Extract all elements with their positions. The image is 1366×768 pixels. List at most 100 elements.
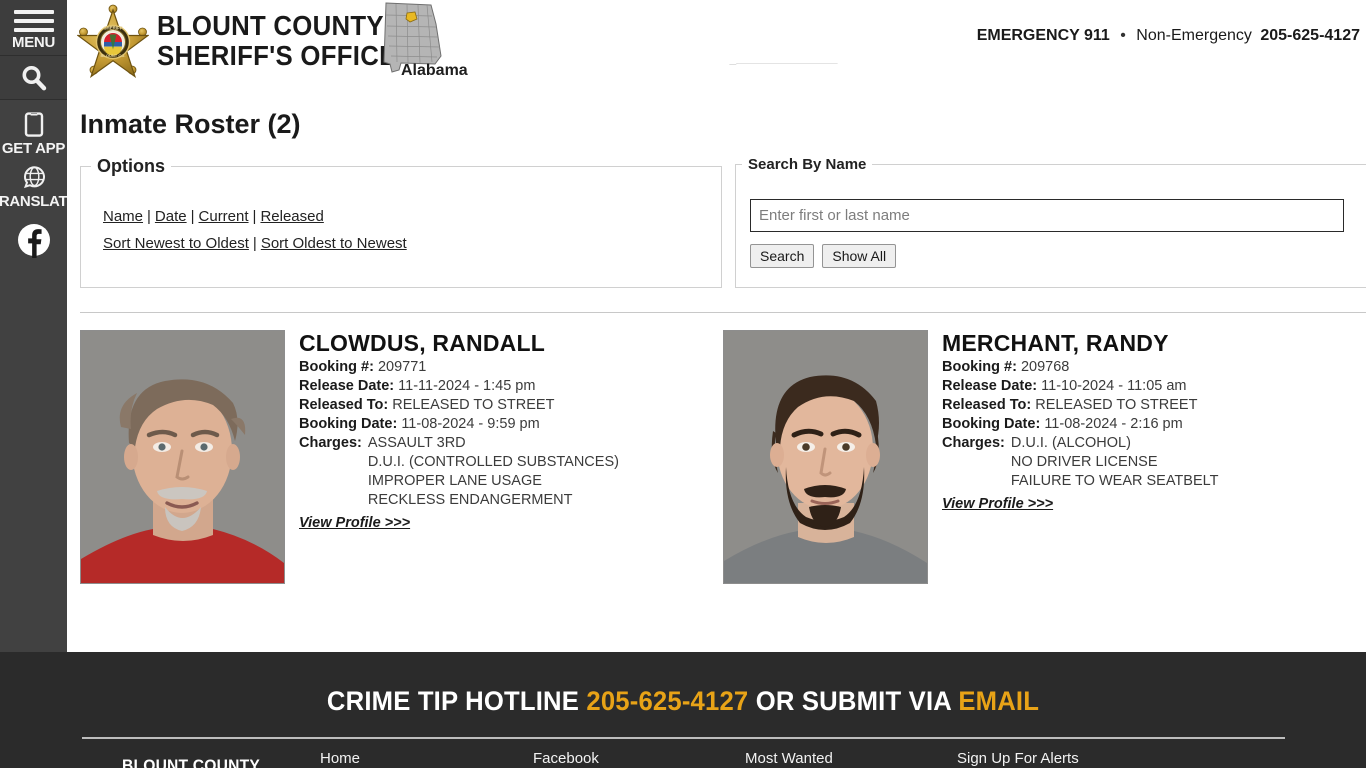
show-all-button[interactable]: Show All — [822, 244, 897, 268]
charge-item: ASSAULT 3RD — [367, 435, 466, 451]
options-separator: | — [190, 208, 195, 225]
hotline-prefix: CRIME TIP HOTLINE — [326, 686, 580, 716]
hotline-email-link[interactable]: EMAIL — [958, 686, 1039, 716]
booking-number-value: 209768 — [1020, 359, 1070, 375]
brand-block[interactable]: SHERIFF BLOUNT CO. BLOUNT COUNTY SHERIFF… — [76, 4, 417, 79]
inmate-details: CLOWDUS, RANDALL Booking #: 209771 Relea… — [299, 330, 619, 584]
filter-link-current[interactable]: Current — [199, 208, 249, 225]
booking-number-row: Booking #: 209768 — [942, 358, 1218, 377]
released-to-row: Released To: RELEASED TO STREET — [299, 396, 619, 415]
search-button-row: Search Show All — [750, 244, 897, 268]
crime-tip-hotline: CRIME TIP HOTLINE 205-625-4127 OR SUBMIT… — [34, 686, 1332, 717]
options-separator: | — [147, 208, 151, 225]
sidebar-item-get-app[interactable]: GET APP — [0, 112, 67, 157]
release-date-label: Release Date: — [942, 378, 1038, 394]
footer-divider — [82, 737, 1285, 739]
release-date-row: Release Date: 11-10-2024 - 11:05 am — [942, 377, 1218, 396]
mugshot-image[interactable] — [723, 330, 928, 584]
options-separator: | — [252, 208, 257, 225]
view-profile-link[interactable]: View Profile >>> — [299, 515, 410, 531]
menu-button[interactable]: MENU — [0, 0, 67, 56]
emergency-label[interactable]: EMERGENCY 911 — [977, 27, 1110, 44]
options-sort-row: Sort Newest to Oldest | Sort Oldest to New… — [103, 230, 407, 257]
charges-row: Charges: D.U.I. (ALCOHOL) NO DRIVER LICE… — [942, 434, 1218, 491]
hotline-phone[interactable]: 205-625-4127 — [586, 686, 748, 716]
sidebar-item-facebook[interactable] — [0, 222, 67, 258]
mugshot-image[interactable] — [80, 330, 285, 584]
sidebar-search-button[interactable] — [0, 56, 67, 100]
inmate-name: MERCHANT, RANDY — [942, 330, 1169, 356]
left-sidebar: MENU GET APP TRANSLATE — [0, 0, 77, 652]
state-map-block: Alabama — [379, 2, 479, 80]
booking-number-value: 209771 — [377, 359, 427, 375]
charge-item: D.U.I. (ALCOHOL) — [1010, 435, 1131, 451]
main-content: Inmate Roster (2) Options Name | Date | Curr… — [67, 84, 1366, 652]
filter-link-date[interactable]: Date — [155, 208, 187, 225]
release-date-label: Release Date: — [299, 378, 395, 394]
search-button[interactable]: Search — [750, 244, 815, 268]
options-links: Name | Date | Current | Released Sort Newest t… — [103, 203, 407, 257]
non-emergency-phone[interactable]: 205-625-4127 — [1260, 27, 1360, 44]
footer-link-sign-up-for-alerts[interactable]: Sign Up For Alerts — [957, 750, 1079, 767]
charge-item: RECKLESS ENDANGERMENT — [367, 492, 573, 508]
brand-title: BLOUNT COUNTY SHERIFF'S OFFICE — [157, 11, 397, 71]
emergency-contact-bar: EMERGENCY 911 • Non-Emergency 205-625-41… — [977, 27, 1360, 45]
booking-number-label: Booking #: — [299, 359, 374, 375]
footer-nav-links: Home Facebook Most Wanted Sign Up For Al… — [0, 750, 1366, 768]
header-divider-notch — [729, 63, 838, 65]
sidebar-item-label: GET APP — [1, 140, 66, 157]
mugshot-photo — [81, 331, 284, 583]
svg-text:SHERIFF: SHERIFF — [104, 26, 123, 31]
release-date-value: 11-10-2024 - 11:05 am — [1041, 378, 1187, 394]
view-profile-link[interactable]: View Profile >>> — [942, 496, 1053, 512]
booking-date-row: Booking Date: 11-08-2024 - 2:16 pm — [942, 415, 1218, 434]
released-to-label: Released To: — [299, 397, 389, 413]
brand-title-line1: BLOUNT COUNTY — [157, 10, 384, 41]
options-separator: | — [252, 235, 257, 252]
search-input[interactable] — [750, 199, 1344, 232]
page-title: Inmate Roster (2) — [80, 109, 301, 139]
charges-list: D.U.I. (ALCOHOL) NO DRIVER LICENSE FAILU… — [1011, 434, 1219, 491]
filter-link-name[interactable]: Name — [103, 208, 143, 225]
hamburger-icon — [13, 10, 54, 32]
booking-number-label: Booking #: — [942, 359, 1017, 375]
released-to-row: Released To: RELEASED TO STREET — [942, 396, 1218, 415]
released-to-label: Released To: — [942, 397, 1032, 413]
hotline-middle: OR SUBMIT VIA — [755, 686, 952, 716]
charge-item: NO DRIVER LICENSE — [1010, 454, 1158, 470]
charges-label: Charges: — [299, 435, 362, 451]
charges-row: Charges: ASSAULT 3RD D.U.I. (CONTROLLED … — [299, 434, 619, 510]
options-legend: Options — [97, 156, 165, 176]
search-panel: Search By Name Search Show All — [735, 156, 1366, 288]
search-icon — [22, 65, 46, 90]
inmate-card: CLOWDUS, RANDALL Booking #: 209771 Relea… — [80, 330, 723, 584]
charge-item: IMPROPER LANE USAGE — [367, 473, 542, 489]
sort-link-newest-to-oldest[interactable]: Sort Newest to Oldest — [103, 235, 249, 252]
site-header: SHERIFF BLOUNT CO. BLOUNT COUNTY SHERIFF… — [67, 0, 1366, 82]
booking-number-row: Booking #: 209771 — [299, 358, 619, 377]
booking-date-label: Booking Date: — [942, 416, 1041, 432]
charge-item: D.U.I. (CONTROLLED SUBSTANCES) — [367, 454, 619, 470]
globe-translate-icon — [23, 166, 45, 189]
sidebar-item-translate[interactable]: TRANSLATE — [0, 165, 77, 210]
booking-date-label: Booking Date: — [299, 416, 398, 432]
options-filter-row: Name | Date | Current | Released — [103, 203, 407, 230]
inmate-name: CLOWDUS, RANDALL — [299, 330, 545, 356]
brand-title-line2: SHERIFF'S OFFICE — [157, 40, 397, 71]
search-legend: Search By Name — [748, 156, 867, 173]
released-to-value: RELEASED TO STREET — [392, 397, 555, 413]
facebook-icon — [17, 224, 50, 258]
footer-link-most-wanted[interactable]: Most Wanted — [745, 750, 833, 767]
options-panel: Options Name | Date | Current | Released Sort … — [80, 156, 722, 288]
filter-link-released[interactable]: Released — [260, 208, 323, 225]
footer-link-facebook[interactable]: Facebook — [533, 750, 599, 767]
sort-link-oldest-to-newest[interactable]: Sort Oldest to Newest — [261, 235, 407, 252]
inmate-details: MERCHANT, RANDY Booking #: 209768 Releas… — [942, 330, 1218, 584]
footer-link-home[interactable]: Home — [320, 750, 360, 767]
booking-date-value: 11-08-2024 - 2:16 pm — [1044, 416, 1183, 432]
mobile-phone-icon — [24, 112, 43, 137]
charge-item: FAILURE TO WEAR SEATBELT — [1010, 473, 1219, 489]
non-emergency-label: Non-Emergency — [1136, 27, 1252, 44]
booking-date-row: Booking Date: 11-08-2024 - 9:59 pm — [299, 415, 619, 434]
svg-text:BLOUNT CO.: BLOUNT CO. — [101, 53, 126, 58]
